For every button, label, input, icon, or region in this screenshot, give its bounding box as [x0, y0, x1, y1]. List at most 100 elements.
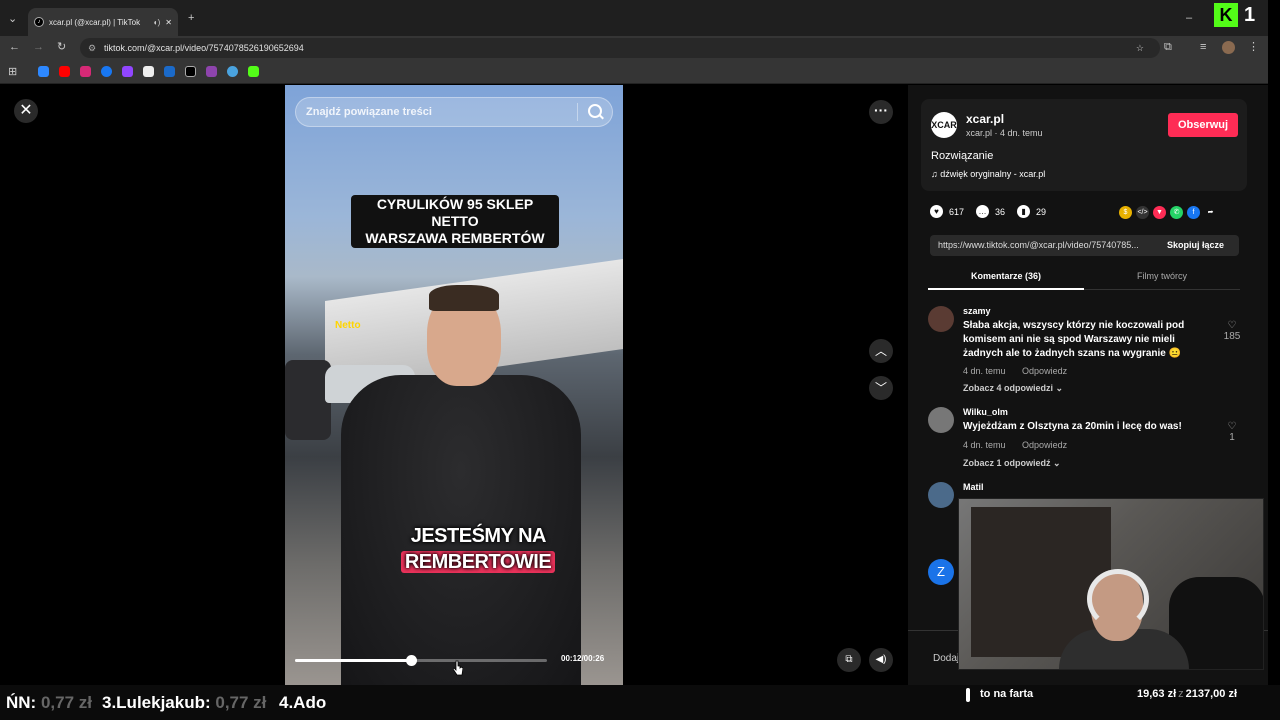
twitch-bookmark-icon[interactable]: [122, 66, 133, 77]
extensions-icon[interactable]: ⧉: [1164, 41, 1172, 53]
wifi-bookmark-icon[interactable]: [206, 66, 217, 77]
panel-tabs: Komentarze (36) Filmy twórcy: [928, 263, 1240, 290]
bookmark-star-icon[interactable]: ☆: [1136, 38, 1144, 58]
messenger-bookmark-icon[interactable]: [38, 66, 49, 77]
author-card: XCAR xcar.pl xcar.pl · 4 dn. temu Obserw…: [921, 99, 1247, 191]
comment-item: Wilku_olm Wyjeżdżam z Olsztyna za 20min …: [928, 407, 1246, 469]
video-player[interactable]: Netto Znajdź powiązane treści CYRULIKÓW …: [285, 85, 623, 685]
instagram-bookmark-icon[interactable]: [80, 66, 91, 77]
heart-outline-icon: ♡: [1227, 421, 1237, 432]
steam-bookmark-icon[interactable]: [164, 66, 175, 77]
reload-icon[interactable]: ↻: [57, 41, 66, 53]
tab-comments[interactable]: Komentarze (36): [928, 263, 1084, 290]
video-progress-bar[interactable]: [295, 655, 547, 666]
minimize-button[interactable]: –: [1186, 12, 1192, 24]
leaderboard-name: 4.Ado: [279, 693, 327, 712]
embed-share-icon[interactable]: </>: [1136, 206, 1149, 219]
kick-logo: K: [1214, 3, 1238, 27]
donation-goal-label: to na farta: [980, 688, 1034, 700]
forward-share-icon[interactable]: ➦: [1204, 206, 1217, 219]
facebook-bookmark-icon[interactable]: [101, 66, 112, 77]
search-divider: [577, 103, 578, 121]
volume-icon[interactable]: ◀): [869, 648, 893, 672]
menu-icon[interactable]: ⋮: [1248, 41, 1259, 53]
comment-username[interactable]: szamy: [963, 306, 991, 316]
leaderboard-name: 3.Lulekjakub:: [102, 693, 211, 712]
leaderboard-entry: 4.Ado: [279, 693, 326, 713]
related-search-input[interactable]: Znajdź powiązane treści: [295, 97, 613, 127]
reply-link[interactable]: Odpowiedz: [1022, 366, 1067, 376]
facebook-share-icon[interactable]: f: [1187, 206, 1200, 219]
comment-username[interactable]: Matil: [963, 482, 984, 492]
music-credit[interactable]: ♫ dźwięk oryginalny - xcar.pl: [931, 169, 1045, 179]
next-video-button[interactable]: ﹀: [869, 376, 893, 400]
video-timecode: 00:12/00:26: [561, 654, 605, 663]
comment-text: Wyjeżdżam z Olsztyna za 20min i lecę do …: [963, 421, 1182, 432]
reading-list-icon[interactable]: ≡: [1200, 41, 1206, 53]
cloud-bookmark-icon[interactable]: [227, 66, 238, 77]
stream-overlay-bar: ŃN: 0,77 zł 3.Lulekjakub: 0,77 zł 4.Ado …: [0, 685, 1280, 720]
donation-goal-current: 19,63 zł: [1137, 688, 1177, 700]
coin-share-icon[interactable]: $: [1119, 206, 1132, 219]
tip-bookmark-icon[interactable]: [143, 66, 154, 77]
tab-creator-videos[interactable]: Filmy twórcy: [1084, 263, 1240, 290]
comment-username[interactable]: Wilku_olm: [963, 407, 1008, 417]
back-icon[interactable]: ←: [9, 41, 20, 53]
bookmarks-bar: ⊞: [0, 60, 1268, 84]
like-stat[interactable]: ♥ 617: [930, 205, 964, 218]
author-name[interactable]: xcar.pl: [966, 112, 1004, 126]
caption-subtitle-text: JESTEŚMY NA: [410, 525, 546, 547]
video-progress-fill: [295, 659, 411, 662]
url-text: tiktok.com/@xcar.pl/video/75740785261906…: [104, 43, 304, 53]
site-info-icon[interactable]: ⚙: [88, 38, 96, 58]
person-hair: [429, 285, 499, 311]
video-progress-knob[interactable]: [405, 655, 417, 666]
address-bar[interactable]: ⚙ tiktok.com/@xcar.pl/video/757407852619…: [80, 38, 1160, 58]
donation-goal-progress: [966, 688, 970, 702]
close-video-button[interactable]: ✕: [14, 99, 38, 123]
kick-bookmark-icon[interactable]: [248, 66, 259, 77]
tab-close-icon[interactable]: ✕: [165, 18, 172, 27]
comment-like[interactable]: ♡ 185: [1220, 320, 1244, 342]
tab-audio-icon[interactable]: ◖): [153, 18, 161, 27]
previous-video-button[interactable]: ︿: [869, 339, 893, 363]
browser-tab[interactable]: ♪ xcar.pl (@xcar.pl) | TikTok ◖) ✕: [28, 8, 178, 36]
profile-avatar[interactable]: [1222, 41, 1235, 54]
view-replies-link[interactable]: Zobacz 4 odpowiedzi ⌄: [963, 383, 1063, 394]
send-share-icon[interactable]: ▼: [1153, 206, 1166, 219]
video-description: Rozwiązanie: [931, 150, 994, 162]
view-replies-link[interactable]: Zobacz 1 odpowiedź ⌄: [963, 458, 1061, 469]
miniplayer-icon[interactable]: ⧉: [837, 648, 861, 672]
comment-like[interactable]: ♡ 1: [1220, 421, 1244, 443]
share-buttons: $ </> ▼ ✆ f ➦: [1119, 206, 1217, 219]
browser-tab-bar: ⌄ ♪ xcar.pl (@xcar.pl) | TikTok ◖) ✕ + –…: [0, 0, 1268, 36]
avatar[interactable]: [928, 306, 954, 332]
tab-title: xcar.pl (@xcar.pl) | TikTok: [49, 17, 141, 27]
new-tab-button[interactable]: +: [188, 12, 194, 24]
comment-time: 4 dn. temu: [963, 366, 1006, 376]
share-link-text[interactable]: https://www.tiktok.com/@xcar.pl/video/75…: [938, 235, 1156, 256]
more-options-button[interactable]: ···: [869, 100, 893, 124]
reply-link[interactable]: Odpowiedz: [1022, 440, 1067, 450]
search-icon[interactable]: [588, 104, 602, 118]
avatar[interactable]: [928, 482, 954, 508]
tiktok-bookmark-icon[interactable]: [185, 66, 196, 77]
avatar[interactable]: [928, 407, 954, 433]
follow-button[interactable]: Obserwuj: [1168, 113, 1238, 137]
tiktok-favicon-icon: ♪: [34, 17, 44, 27]
save-stat[interactable]: ▮ 29: [1017, 205, 1046, 218]
comment-meta: 4 dn. temu Odpowiedz: [963, 366, 1081, 376]
comment-like-count: 185: [1223, 331, 1241, 342]
tab-list-icon[interactable]: ⌄: [8, 13, 17, 25]
comment-stat[interactable]: … 36: [976, 205, 1005, 218]
avatar[interactable]: Z: [928, 559, 954, 585]
forward-icon[interactable]: →: [33, 41, 44, 53]
donation-goal-target: 2137,00 zł: [1185, 688, 1238, 700]
apps-grid-icon[interactable]: ⊞: [8, 66, 17, 78]
whatsapp-share-icon[interactable]: ✆: [1170, 206, 1183, 219]
copy-link-button[interactable]: Skopiuj łącze: [1167, 235, 1224, 256]
comment-like-count: 1: [1229, 432, 1235, 443]
youtube-bookmark-icon[interactable]: [59, 66, 70, 77]
author-avatar[interactable]: XCAR: [931, 112, 957, 138]
share-link-box: https://www.tiktok.com/@xcar.pl/video/75…: [930, 235, 1239, 256]
